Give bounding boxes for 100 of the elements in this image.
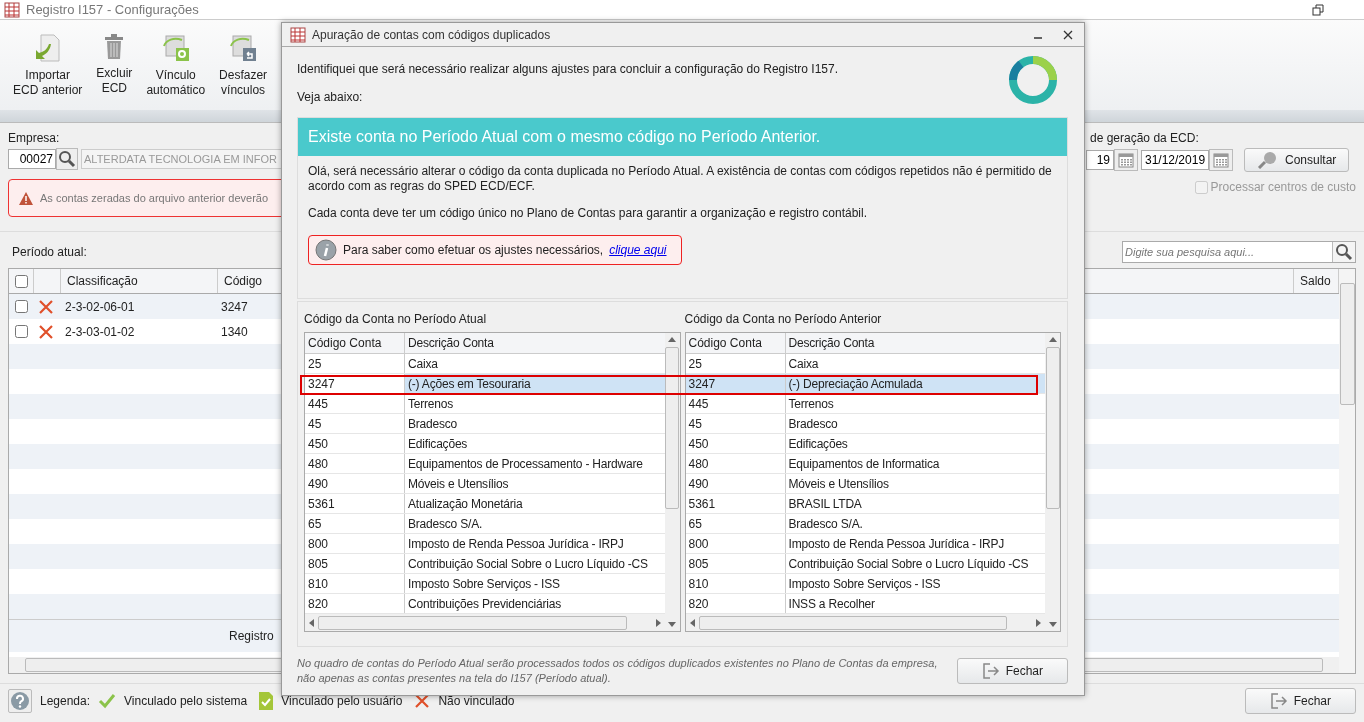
table-row[interactable]: 490 Móveis e Utensílios xyxy=(305,474,665,494)
company-code-field[interactable]: 00027 xyxy=(8,149,56,169)
table-cell-text: Imposto de Renda Pessoa Jurídica - IRPJ xyxy=(407,535,625,553)
checkbox[interactable] xyxy=(14,325,28,338)
scroll-right-arrow-icon[interactable] xyxy=(1034,618,1042,627)
table-row[interactable]: 445 Terrenos xyxy=(305,394,665,414)
footnote: No quadro de contas do Período Atual serão processados todos os códigos duplicados existentes no Plano de Contas da empresa, não apenas as contas presentes na tela do I157 (Período atual). xyxy=(297,656,938,686)
toolbar-button[interactable]: Desfazer vínculos xyxy=(214,34,273,98)
toolbar-button[interactable]: Excluir ECD xyxy=(91,34,138,96)
table-cell-text: Bradesco xyxy=(787,415,839,433)
table-cell-text: Imposto de Renda Pessoa Jurídica - IRPJ xyxy=(787,535,1006,553)
legend-text: Vinculado pelo sistema xyxy=(124,694,248,708)
table-row[interactable]: 445 Terrenos xyxy=(685,394,1045,414)
table-cell-text: (-) Depreciação Acmulada xyxy=(787,375,924,393)
table-row[interactable]: 800 Imposto de Renda Pessoa Jurídica - IRPJ xyxy=(305,534,665,554)
checkbox[interactable] xyxy=(14,274,28,288)
legend-label: Legenda: xyxy=(40,694,91,708)
table-row[interactable]: 45 Bradesco xyxy=(305,414,665,434)
table-row[interactable]: 480 Equipamentos de Processamento - Hardware xyxy=(305,454,665,474)
column-header[interactable]: Classificação xyxy=(61,269,218,293)
table-row[interactable]: 810 Imposto Sobre Serviços - ISS xyxy=(305,574,665,594)
table-cell-text: Equipamentos de Informatica xyxy=(787,455,941,473)
close-button[interactable]: Fechar xyxy=(956,658,1068,684)
table-cell-text: Caixa xyxy=(407,355,439,373)
table-cell: 820 xyxy=(305,594,405,613)
table-cell: 800 xyxy=(685,534,786,553)
help-link[interactable]: clique aqui xyxy=(609,243,667,257)
exit-icon xyxy=(981,663,1000,679)
scroll-up-arrow-icon[interactable] xyxy=(668,336,676,344)
scroll-left-arrow-icon[interactable] xyxy=(308,618,316,627)
column-header[interactable]: Descrição Conta xyxy=(785,333,1045,353)
table-cell-text: (-) Ações em Tesouraria xyxy=(407,375,532,393)
card-header: Existe conta no Período Atual com o mesmo código no Período Anterior. xyxy=(298,118,1067,156)
checkbox[interactable] xyxy=(14,300,28,313)
table-cell: 490 xyxy=(305,474,405,493)
table-row[interactable]: 5361 Atualização Monetária xyxy=(305,494,665,514)
search-button[interactable] xyxy=(1332,242,1355,262)
table-cell-text: Terrenos xyxy=(407,395,455,413)
table-cell: 810 xyxy=(305,574,405,593)
consult-button[interactable]: Consultar xyxy=(1244,148,1350,172)
toolbar-button[interactable]: Importar ECD anterior xyxy=(8,34,88,98)
table-cell: 25 xyxy=(685,354,786,373)
help-button[interactable] xyxy=(8,689,32,713)
table-cell-text: Bradesco xyxy=(407,415,459,433)
scroll-down-arrow-icon[interactable] xyxy=(1048,620,1057,628)
table-row[interactable]: 65 Bradesco S/A. xyxy=(305,514,665,534)
grid-label: Código da Conta no Período Anterior xyxy=(684,312,883,326)
vertical-scrollbar[interactable] xyxy=(1339,269,1355,673)
calendar-button[interactable] xyxy=(1209,149,1233,171)
calendar-button[interactable] xyxy=(1114,149,1138,171)
table-cell: 65 xyxy=(305,514,405,533)
column-header[interactable]: Descrição Conta xyxy=(405,333,665,353)
table-cell: 45 xyxy=(305,414,405,433)
table-cell-text: INSS a Recolher xyxy=(787,595,876,613)
table-cell-text: BRASIL LTDA xyxy=(787,495,863,513)
table-row[interactable]: 450 Edificações xyxy=(685,434,1045,454)
column-header[interactable]: Código Conta xyxy=(305,333,405,353)
search-field[interactable]: Digite sua pesquisa aqui... xyxy=(1122,241,1356,263)
table-row[interactable]: 805 Contribuição Social Sobre o Lucro Líquido -CS xyxy=(685,554,1045,574)
table-cell-text: 2-3-03-01-02 xyxy=(64,324,136,339)
horizontal-scrollbar[interactable] xyxy=(318,615,627,630)
horizontal-scrollbar[interactable] xyxy=(698,615,1007,630)
column-header[interactable]: Código Conta xyxy=(685,333,786,353)
table-cell-text: Móveis e Utensílios xyxy=(787,475,890,493)
table-row[interactable]: 805 Contribuição Social Sobre o Lucro Líquido -CS xyxy=(305,554,665,574)
scroll-down-arrow-icon[interactable] xyxy=(668,620,676,628)
table-cell-text: Contribuição Social Sobre o Lucro Líquido -CS xyxy=(787,555,1030,573)
search-button[interactable] xyxy=(56,148,78,170)
scroll-right-arrow-icon[interactable] xyxy=(653,618,662,627)
table-cell: 445 xyxy=(685,394,786,413)
vertical-scrollbar[interactable] xyxy=(665,347,679,509)
table-row[interactable]: 65 Bradesco S/A. xyxy=(685,514,1045,534)
start-date-field[interactable]: 19 xyxy=(1086,150,1114,170)
field-label: Empresa: xyxy=(8,131,60,145)
table-row[interactable]: 490 Móveis e Utensílios xyxy=(685,474,1045,494)
vertical-scrollbar[interactable] xyxy=(1045,347,1060,509)
table-cell: 820 xyxy=(685,594,786,613)
table-row[interactable]: 480 Equipamentos de Informatica xyxy=(685,454,1045,474)
grid-label: Código da Conta no Período Atual xyxy=(304,312,488,326)
toolbar-button[interactable]: Vínculo automático xyxy=(141,34,211,98)
table-row[interactable]: 3247 (-) Depreciação Acmulada xyxy=(685,374,1045,394)
table-cell-text: Edificações xyxy=(787,435,849,453)
scroll-left-arrow-icon[interactable] xyxy=(688,618,697,627)
table-row[interactable]: 450 Edificações xyxy=(305,434,665,454)
calendar-icon xyxy=(1118,152,1134,168)
table-row[interactable]: 3247 (-) Ações em Tesouraria xyxy=(305,374,665,394)
paragraph: Cada conta deve ter um código único no Plano de Contas para garantir a organização e registro contábil. xyxy=(308,206,868,221)
close-icon[interactable] xyxy=(1062,28,1074,41)
scroll-up-arrow-icon[interactable] xyxy=(1048,336,1057,344)
table-cell: 5361 xyxy=(685,494,786,513)
restore-icon[interactable] xyxy=(1312,3,1324,16)
window-title: Registro I157 - Configurações xyxy=(26,2,199,17)
end-date-field[interactable]: 31/12/2019 xyxy=(1141,150,1209,170)
table-cell-text: Atualização Monetária xyxy=(407,495,524,513)
intro-text: Identifiquei que será necessário realizar alguns ajustes para concluir a configuração do Registro I157. xyxy=(297,62,839,76)
table-row[interactable]: 45 Bradesco xyxy=(685,414,1045,434)
table-row[interactable]: 800 Imposto de Renda Pessoa Jurídica - IRPJ xyxy=(685,534,1045,554)
table-row[interactable]: 810 Imposto Sobre Serviços - ISS xyxy=(685,574,1045,594)
close-button[interactable]: Fechar xyxy=(1244,688,1356,714)
table-row[interactable]: 5361 BRASIL LTDA xyxy=(685,494,1045,514)
